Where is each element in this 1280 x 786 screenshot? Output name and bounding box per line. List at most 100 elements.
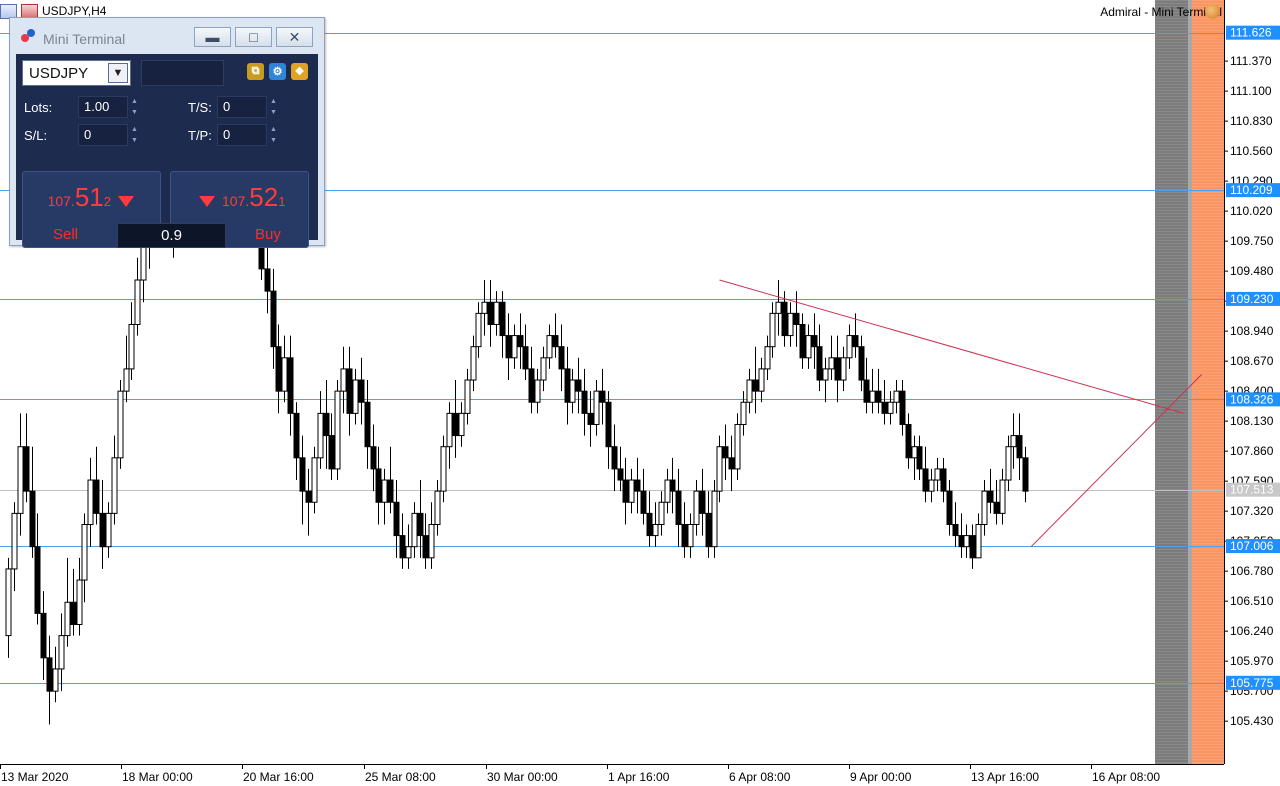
bear-candle [858,346,865,381]
admiral-logo-icon [21,29,37,43]
sl-stepper[interactable]: ▲ ▼ [128,124,141,146]
stepper-up-icon[interactable]: ▲ [128,96,141,107]
bull-candle [746,379,753,403]
lots-input[interactable]: 1.00 [78,96,128,118]
mini-terminal-window[interactable]: Mini Terminal ▬ □ ✕ USDJPY ▼ ⧉ ⚙ ❖ Lots:… [9,17,325,248]
stepper-down-icon[interactable]: ▼ [128,107,141,118]
lots-stepper[interactable]: ▲ ▼ [128,96,141,118]
arrow-down-icon [198,196,215,208]
ts-input[interactable]: 0 [217,96,267,118]
bull-candle [317,412,324,459]
time-tick-label: 6 Apr 08:00 [729,770,791,784]
bull-candle [52,668,59,692]
expert-advisor-icon[interactable] [1205,4,1220,19]
bear-candle [370,446,377,470]
price-tick-label: 108.670 [1230,354,1274,368]
tp-input[interactable]: 0 [217,124,267,146]
maximize-button[interactable]: □ [235,27,272,47]
stepper-down-icon[interactable]: ▼ [267,135,280,146]
bull-candle [693,490,700,525]
bear-candle [946,490,953,525]
bear-candle [993,501,1000,514]
band-divider [1188,0,1192,764]
price-tick-label: 105.970 [1230,654,1274,668]
bear-candle [705,512,712,548]
bull-candle [440,446,447,492]
bear-candle [270,290,277,348]
ts-label: T/S: [188,100,212,115]
bull-candle [822,368,829,381]
maximize-icon: □ [249,29,258,45]
settings-icon[interactable]: ⚙ [269,63,286,80]
bull-candle [140,246,147,281]
bear-candle [793,312,800,325]
buy-price-big: 52 [249,182,279,212]
bull-candle [481,301,488,314]
stepper-down-icon[interactable]: ▼ [128,135,141,146]
gray-shade-band [1155,0,1188,764]
arrow-down-icon [118,196,135,208]
bear-candle [399,535,406,559]
level-price-tag-label: 108.326 [1230,392,1274,406]
bear-candle [93,479,100,514]
bear-candle [969,535,976,559]
bear-candle [916,446,923,470]
sl-input[interactable]: 0 [78,124,128,146]
bull-candle [975,523,982,559]
copy-icon[interactable]: ⧉ [247,63,264,80]
bear-candle [375,468,382,503]
bull-candle [828,357,835,370]
stepper-down-icon[interactable]: ▼ [267,107,280,118]
bear-candle [834,357,841,381]
tp-stepper[interactable]: ▲ ▼ [267,124,280,146]
price-tick-label: 111.370 [1230,54,1272,68]
chevron-down-icon[interactable]: ▼ [108,63,128,83]
bear-candle [799,323,806,359]
spread-display: 0.9 [117,223,226,248]
bear-candle [358,379,365,403]
symbol-select[interactable]: USDJPY ▼ [22,60,131,86]
bull-candle [1005,446,1012,481]
bear-candle [99,512,106,548]
close-icon: ✕ [288,28,301,45]
bear-candle [940,468,947,492]
stepper-up-icon[interactable]: ▲ [267,96,280,107]
sl-label: S/L: [24,128,48,143]
price-tick-label: 106.240 [1230,624,1274,638]
time-tick-label: 9 Apr 00:00 [850,770,912,784]
bull-candle [405,546,412,559]
price-tick-label: 110.830 [1230,114,1273,128]
bear-candle [305,490,312,503]
bull-candle [687,523,694,548]
bear-candle [669,479,676,492]
bear-candle [611,446,618,470]
mini-terminal-body: USDJPY ▼ ⧉ ⚙ ❖ Lots: 1.00 ▲ ▼ T/S: 0 ▲ ▼ S… [16,54,318,248]
minimize-icon: ▬ [205,29,220,45]
bear-candle [287,357,294,414]
bull-candle [981,490,988,525]
price-tick-label: 107.860 [1230,444,1274,458]
sell-price-small: 2 [103,194,111,209]
bull-candle [546,335,553,359]
bear-candle [393,501,400,537]
mini-terminal-titlebar[interactable]: Mini Terminal ▬ □ ✕ [10,18,324,52]
ts-stepper[interactable]: ▲ ▼ [267,96,280,118]
close-button[interactable]: ✕ [276,27,313,47]
bull-candle [534,379,541,403]
expand-icon[interactable]: ❖ [291,63,308,80]
bull-candle [411,512,418,548]
bull-candle [446,412,453,448]
chart-window[interactable]: 111.370 111.100 110.830 110.560 110.290 110.0… [0,0,1280,786]
bull-candle [893,390,900,403]
stepper-up-icon[interactable]: ▲ [267,124,280,135]
bear-candle [816,346,823,381]
bear-candle [34,546,41,614]
stepper-up-icon[interactable]: ▲ [128,124,141,135]
bull-candle [5,568,12,637]
bear-candle [699,490,706,514]
bear-candle [487,301,494,325]
minimize-button[interactable]: ▬ [194,27,231,47]
bull-candle [911,446,918,459]
time-tick-label: 25 Mar 08:00 [365,770,436,784]
bull-candle [11,512,18,570]
